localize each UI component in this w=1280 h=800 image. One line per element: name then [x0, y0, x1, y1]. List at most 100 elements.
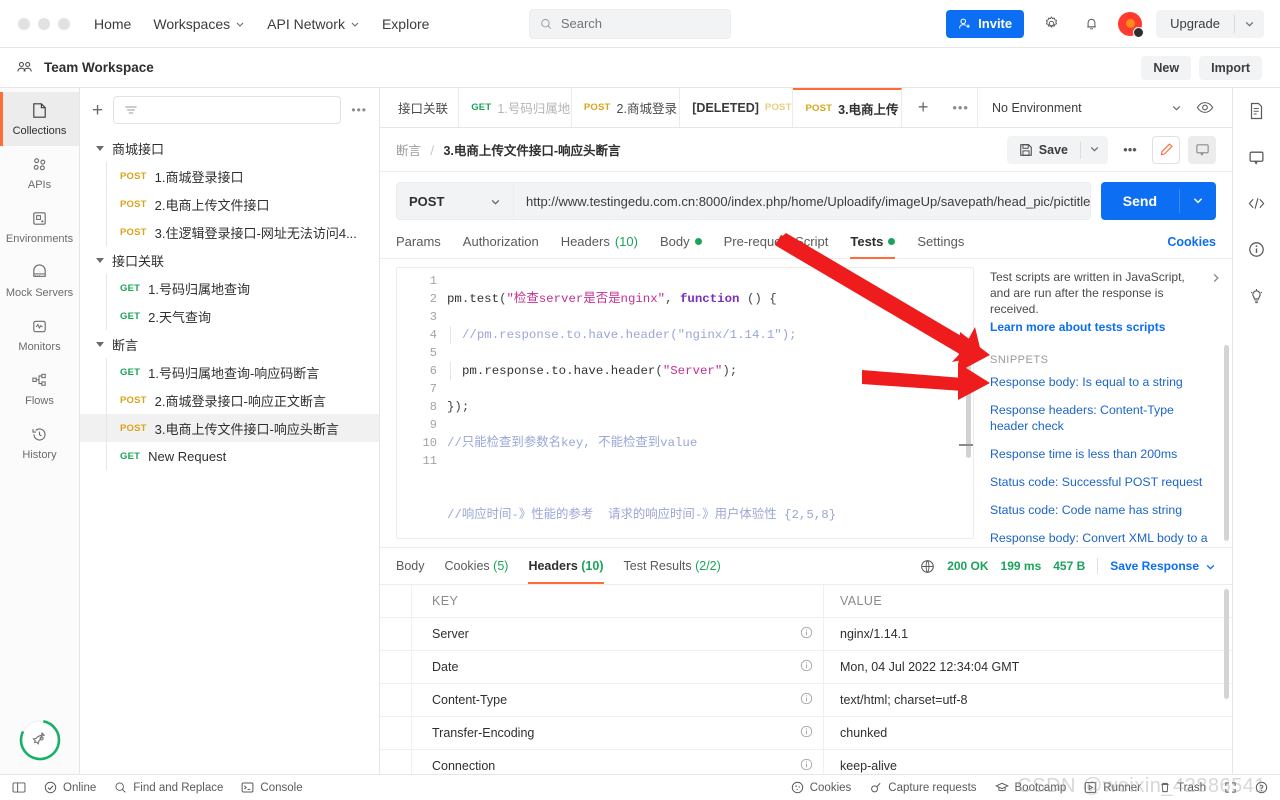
- tab-authorization[interactable]: Authorization: [463, 234, 539, 258]
- tree-folder[interactable]: 断言: [80, 330, 379, 358]
- notifications-button[interactable]: [1078, 11, 1104, 37]
- request-more-button[interactable]: •••: [1116, 136, 1144, 164]
- nav-explore[interactable]: Explore: [382, 16, 429, 32]
- upgrade-dropdown-button[interactable]: [1235, 18, 1264, 29]
- tree-request[interactable]: GET 1.号码归属地查询-响应码断言: [80, 358, 379, 386]
- global-search[interactable]: [529, 8, 732, 39]
- maximize-window-button[interactable]: [58, 17, 70, 30]
- sidebar-more-button[interactable]: •••: [351, 103, 367, 117]
- tree-request[interactable]: GET 1.号码归属地查询: [80, 274, 379, 302]
- method-selector[interactable]: POST: [396, 182, 514, 220]
- edit-request-button[interactable]: [1152, 135, 1180, 164]
- tree-request[interactable]: POST 2.商城登录接口-响应正文断言: [80, 386, 379, 414]
- avatar[interactable]: [1118, 11, 1145, 38]
- help-button[interactable]: [1255, 781, 1268, 794]
- new-tab-button[interactable]: +: [902, 88, 945, 127]
- sidebar-item-environments[interactable]: Environments: [0, 200, 79, 254]
- info-button[interactable]: [1248, 241, 1265, 261]
- sidebar-item-monitors[interactable]: Monitors: [0, 308, 79, 362]
- table-scrollbar[interactable]: [1224, 589, 1229, 699]
- bootcamp-button[interactable]: Bootcamp: [994, 781, 1066, 794]
- info-icon[interactable]: [800, 725, 813, 741]
- collapse-snippets-button[interactable]: [1210, 272, 1222, 287]
- sidebar-item-mock-servers[interactable]: Mock Servers: [0, 254, 79, 308]
- table-row[interactable]: Transfer-Encoding chunked: [380, 716, 1232, 750]
- new-button[interactable]: New: [1141, 55, 1192, 80]
- nav-api-network[interactable]: API Network: [267, 16, 360, 32]
- sidebar-item-collections[interactable]: Collections: [0, 92, 79, 146]
- minimize-window-button[interactable]: [38, 17, 50, 30]
- tab-request-1[interactable]: GET 1.号码归属地查: [459, 88, 572, 127]
- nav-workspaces[interactable]: Workspaces: [153, 16, 245, 32]
- snippet-item[interactable]: Status code: Successful POST request: [990, 474, 1220, 490]
- response-tab-test-results[interactable]: Test Results (2/2): [624, 548, 721, 584]
- window-controls[interactable]: [0, 17, 94, 30]
- documentation-button[interactable]: [1248, 102, 1265, 123]
- editor-resize-handle[interactable]: [959, 444, 973, 446]
- save-response-button[interactable]: Save Response: [1110, 559, 1216, 573]
- snippet-item[interactable]: Status code: Code name has string: [990, 502, 1220, 518]
- environment-selector[interactable]: No Environment: [992, 101, 1182, 115]
- invite-button[interactable]: Invite: [946, 9, 1025, 38]
- table-row[interactable]: Connection keep-alive: [380, 749, 1232, 774]
- comments-button[interactable]: [1188, 135, 1216, 164]
- info-icon[interactable]: [800, 692, 813, 708]
- table-row[interactable]: Server nginx/1.14.1: [380, 617, 1232, 651]
- code-snippet-button[interactable]: [1247, 195, 1266, 215]
- trash-button[interactable]: Trash: [1159, 781, 1206, 794]
- editor-scrollbar[interactable]: [966, 338, 971, 458]
- tab-settings[interactable]: Settings: [917, 234, 964, 258]
- tab-body[interactable]: Body: [660, 234, 702, 258]
- snippet-item[interactable]: Response body: Is equal to a string: [990, 374, 1220, 390]
- new-collection-button[interactable]: +: [92, 101, 103, 120]
- info-icon[interactable]: [800, 626, 813, 642]
- tree-folder[interactable]: 商城接口: [80, 134, 379, 162]
- snippet-item[interactable]: Response time is less than 200ms: [990, 446, 1220, 462]
- save-button[interactable]: Save: [1006, 135, 1108, 164]
- send-dropdown-button[interactable]: [1180, 194, 1216, 209]
- expand-button[interactable]: [1224, 781, 1237, 794]
- send-button[interactable]: Send: [1100, 182, 1216, 220]
- settings-button[interactable]: [1038, 11, 1064, 37]
- tree-request[interactable]: GET 2.天气查询: [80, 302, 379, 330]
- sidebar-toggle-button[interactable]: [12, 781, 26, 794]
- close-window-button[interactable]: [18, 17, 30, 30]
- url-input[interactable]: http://www.testingedu.com.cn:8000/index.…: [514, 182, 1091, 220]
- runner-button[interactable]: Runner: [1084, 781, 1141, 794]
- tab-params[interactable]: Params: [396, 234, 441, 258]
- learn-more-link[interactable]: Learn more about tests scripts: [990, 320, 1220, 334]
- response-tab-body[interactable]: Body: [396, 548, 425, 584]
- cookies-button[interactable]: Cookies: [791, 781, 851, 794]
- table-row[interactable]: Content-Type text/html; charset=utf-8: [380, 683, 1232, 717]
- tree-folder[interactable]: 接口关联: [80, 246, 379, 274]
- release-progress-button[interactable]: [18, 718, 62, 762]
- comments-button[interactable]: [1248, 149, 1265, 169]
- info-icon[interactable]: [800, 758, 813, 774]
- tab-request-2[interactable]: POST 2.商城登录: [572, 88, 681, 127]
- tree-request[interactable]: POST 2.电商上传文件接口: [80, 190, 379, 218]
- cookies-link[interactable]: Cookies: [1167, 235, 1216, 258]
- snippets-scrollbar[interactable]: [1224, 345, 1229, 541]
- response-tab-cookies[interactable]: Cookies (5): [445, 548, 509, 584]
- snippet-item[interactable]: Response body: Convert XML body to a JSO…: [990, 530, 1220, 547]
- code-content[interactable]: pm.test("检查server是否是nginx", function () …: [437, 268, 973, 538]
- sidebar-filter-input[interactable]: [113, 96, 342, 124]
- tab-collection[interactable]: 接口关联: [380, 88, 460, 127]
- tab-tests[interactable]: Tests: [850, 234, 896, 259]
- nav-home[interactable]: Home: [94, 16, 131, 32]
- search-input[interactable]: [560, 16, 721, 31]
- console-button[interactable]: Console: [241, 781, 303, 794]
- sidebar-item-history[interactable]: History: [0, 416, 79, 470]
- tree-request[interactable]: POST 1.商城登录接口: [80, 162, 379, 190]
- code-editor[interactable]: 1 2 3 4 5 6 7 8 9 10 11 pm.test("检查serve…: [396, 267, 974, 539]
- tab-request-active[interactable]: POST 3.电商上传: [793, 88, 902, 127]
- tree-request-selected[interactable]: POST 3.电商上传文件接口-响应头断言: [80, 414, 379, 442]
- save-dropdown-button[interactable]: [1081, 143, 1108, 157]
- import-button[interactable]: Import: [1199, 55, 1262, 80]
- online-status[interactable]: Online: [44, 781, 96, 794]
- tab-request-deleted[interactable]: [DELETED] POST 2: [680, 88, 794, 127]
- tab-headers[interactable]: Headers (10): [561, 234, 638, 258]
- tab-pre-request-script[interactable]: Pre-request Script: [724, 234, 829, 258]
- breadcrumb-folder[interactable]: 断言: [396, 144, 421, 158]
- find-and-replace-button[interactable]: Find and Replace: [114, 781, 223, 794]
